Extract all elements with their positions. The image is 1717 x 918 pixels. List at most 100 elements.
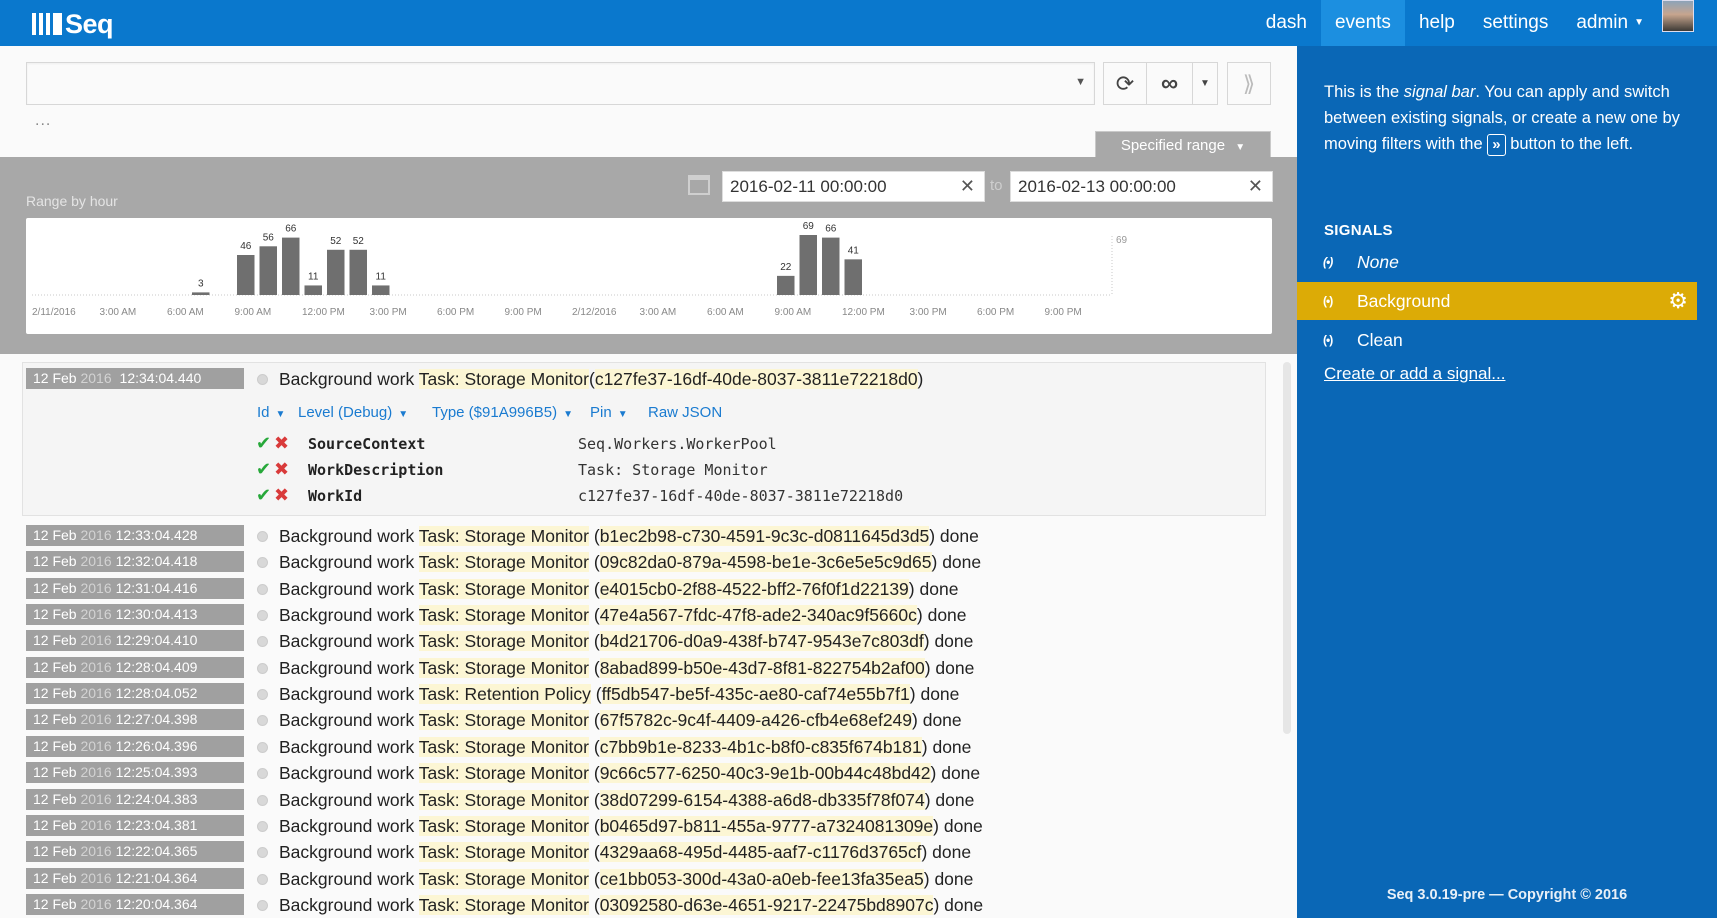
seq-logo[interactable]: Seq [32,9,114,39]
more-filters-ellipsis[interactable]: ... [35,112,51,130]
histogram-bar[interactable] [282,237,300,295]
signal-clean[interactable]: (•) Clean [1297,321,1697,359]
histogram-chart[interactable]: 69 3 46 56 66 11 52 52 11 22 69 66 41 2/11/2016 3:00 A… [26,218,1272,334]
event-workid[interactable]: 38d07299-6154-4388-a6d8-db335f78f074 [599,789,925,810]
event-workid[interactable]: b1ec2b98-c730-4591-9c3c-d0811645d3d5 [599,526,930,546]
history-dropdown-icon[interactable]: ▼ [1075,76,1086,88]
event-workid[interactable]: 9c66c577-6250-40c3-9e1b-00b44c48bd42 [599,763,931,784]
event-row[interactable]: 12 Feb 2016 12:29:04.410 Background work T… [26,629,1266,653]
nav-admin-menu[interactable]: admin ▼ [1562,0,1652,46]
event-task[interactable]: Task: Storage Monitor [418,552,589,573]
event-task[interactable]: Task: Storage Monitor [418,657,589,678]
detail-tab[interactable]: Id ▼ [257,404,285,421]
exclude-filter-icon[interactable]: ✖ [274,459,289,480]
tail-button[interactable]: ∞ [1146,62,1193,105]
event-workid[interactable]: b0465d97-b811-455a-9777-a7324081309e [599,815,934,836]
event-row[interactable]: 12 Feb 2016 12:31:04.416 Background work T… [26,577,1266,601]
range-from-field[interactable]: 2016-02-11 00:00:00 ✕ [722,171,985,202]
event-workid[interactable]: 4329aa68-495d-4485-aaf7-c1176d3765cf [599,842,922,863]
histogram-bar[interactable] [259,246,278,295]
event-workid[interactable]: ff5db547-be5f-435c-ae80-caf74e55b7f1 [601,684,910,705]
event-row[interactable]: 12 Feb 2016 12:23:04.381 Background work T… [26,814,1266,838]
histogram-bar[interactable] [822,237,840,295]
event-task[interactable]: Task: Storage Monitor [418,526,589,546]
event-row[interactable]: 12 Feb 2016 12:22:04.365 Background work T… [26,840,1266,864]
avatar[interactable] [1662,0,1694,32]
event-row[interactable]: 12 Feb 2016 12:28:04.052 Background work T… [26,682,1266,706]
include-filter-icon[interactable]: ✔ [256,433,271,454]
event-task[interactable]: Task: Storage Monitor [418,631,589,652]
histogram-bar[interactable] [192,292,210,295]
event-row[interactable]: 12 Feb 2016 12:20:04.364 Background work T… [26,893,1266,917]
event-task[interactable]: Task: Storage Monitor [418,815,589,836]
event-workid[interactable]: 67f5782c-9c4f-4409-a426-cfb4e68ef249 [599,710,913,731]
clear-to-icon[interactable]: ✕ [1248,176,1263,197]
event-workid[interactable]: c127fe37-16df-40de-8037-3811e72218d0 [594,369,918,389]
event-row[interactable]: 12 Feb 2016 12:24:04.383 Background work T… [26,788,1266,812]
search-input[interactable] [27,63,1094,104]
histogram-bar[interactable] [237,255,255,295]
event-workid[interactable]: 09c82da0-879a-4598-be1e-3c6e5e5c9d65 [599,552,932,573]
signal-background[interactable]: (•) Background ⚙ [1297,282,1697,320]
event-task[interactable]: Task: Storage Monitor [418,369,589,389]
expanded-event-row[interactable]: 12 Feb 2016 12:34:04.440 Background work… [26,367,1266,391]
histogram-bar[interactable] [372,285,390,295]
include-filter-icon[interactable]: ✔ [256,459,271,480]
event-task[interactable]: Task: Storage Monitor [418,710,589,731]
event-workid[interactable]: b4d21706-d0a9-438f-b747-9543e7c803df [599,631,924,652]
nav-events[interactable]: events [1320,0,1405,46]
detail-tab[interactable]: Level (Debug) ▼ [298,404,408,421]
detail-tab[interactable]: Raw JSON [648,404,722,421]
event-row[interactable]: 12 Feb 2016 12:32:04.418 Background work T… [26,550,1266,574]
histogram-bar[interactable] [844,259,863,295]
event-workid[interactable]: ce1bb053-300d-43a0-a0eb-fee13fa35ea5 [599,868,924,889]
event-task[interactable]: Task: Storage Monitor [418,578,589,599]
refresh-button[interactable]: ⟳ [1103,62,1147,105]
event-row[interactable]: 12 Feb 2016 12:28:04.409 Background work T… [26,656,1266,680]
events-scrollbar[interactable] [1283,362,1291,734]
event-task[interactable]: Task: Storage Monitor [418,842,589,863]
exclude-filter-icon[interactable]: ✖ [274,433,289,454]
signal-none[interactable]: (•) None [1297,243,1697,281]
event-task[interactable]: Task: Storage Monitor [418,868,589,889]
event-workid[interactable]: 47e4a567-7fdc-47f8-ade2-340ac9f5660c [599,605,917,626]
event-row[interactable]: 12 Feb 2016 12:33:04.428 Background work T… [26,524,1266,548]
property-value[interactable]: Task: Storage Monitor [578,461,768,479]
event-workid[interactable]: e4015cb0-2f88-4522-bff2-76f0f1d22139 [599,578,909,599]
property-value[interactable]: c127fe37-16df-40de-8037-3811e72218d0 [578,487,903,505]
nav-settings[interactable]: settings [1469,0,1562,46]
event-workid[interactable]: c7bb9b1e-8233-4b1c-b8f0-c835f674b181 [599,736,922,757]
histogram-bar[interactable] [327,249,345,295]
histogram-bar[interactable] [349,249,368,295]
event-task[interactable]: Task: Storage Monitor [418,763,589,784]
event-row[interactable]: 12 Feb 2016 12:26:04.396 Background work T… [26,735,1266,759]
property-value[interactable]: Seq.Workers.WorkerPool [578,435,777,453]
event-row[interactable]: 12 Feb 2016 12:30:04.413 Background work T… [26,603,1266,627]
clear-from-icon[interactable]: ✕ [960,176,975,197]
exclude-filter-icon[interactable]: ✖ [274,485,289,506]
tail-options-button[interactable]: ▼ [1192,62,1218,105]
specified-range-tab[interactable]: Specified range ▼ [1095,131,1271,158]
range-to-field[interactable]: 2016-02-13 00:00:00 ✕ [1010,171,1273,202]
event-task[interactable]: Task: Storage Monitor [418,605,589,626]
detail-tab[interactable]: Type ($91A996B5) ▼ [432,404,573,421]
event-row[interactable]: 12 Feb 2016 12:27:04.398 Background work T… [26,708,1266,732]
detail-tab[interactable]: Pin ▼ [590,404,628,421]
event-workid[interactable]: 03092580-d63e-4651-9217-22475bd8907c [599,894,934,915]
move-filter-to-signal-button[interactable]: ⟫ [1227,62,1271,105]
event-task[interactable]: Task: Retention Policy [418,684,591,705]
histogram-bar[interactable] [799,235,818,295]
event-row[interactable]: 12 Feb 2016 12:25:04.393 Background work T… [26,761,1266,785]
nav-help[interactable]: help [1405,0,1469,46]
create-signal-link[interactable]: Create or add a signal... [1324,364,1505,384]
histogram-bar[interactable] [304,285,323,295]
event-row[interactable]: 12 Feb 2016 12:21:04.364 Background work T… [26,867,1266,891]
event-task[interactable]: Task: Storage Monitor [418,894,589,915]
histogram-bar[interactable] [777,275,795,295]
gear-icon[interactable]: ⚙ [1668,288,1688,314]
event-task[interactable]: Task: Storage Monitor [418,736,589,757]
include-filter-icon[interactable]: ✔ [256,485,271,506]
nav-dash[interactable]: dash [1252,0,1321,46]
calendar-icon[interactable] [688,175,710,195]
event-workid[interactable]: 8abad899-b50e-43d7-8f81-822754b2af00 [599,657,925,678]
